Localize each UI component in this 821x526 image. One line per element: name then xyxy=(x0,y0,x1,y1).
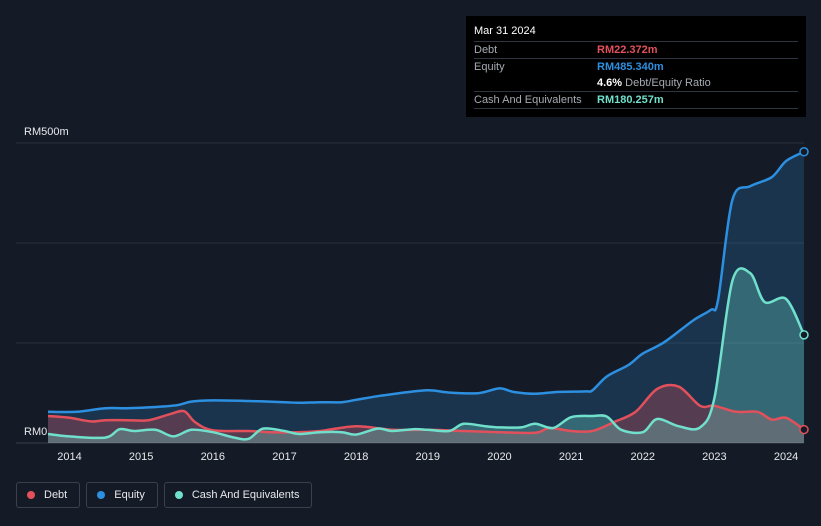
tooltip-ratio: 4.6% Debt/Equity Ratio xyxy=(597,75,711,91)
x-tick-2022: 2022 xyxy=(631,451,655,463)
tooltip-ratio-value: 4.6% xyxy=(597,77,623,89)
tooltip-cash-value: RM180.257m xyxy=(597,94,664,106)
x-tick-2016: 2016 xyxy=(201,451,225,463)
x-tick-2015: 2015 xyxy=(129,451,153,463)
legend-item-equity[interactable]: Equity xyxy=(86,482,158,508)
tooltip-row-debt: Debt RM22.372m xyxy=(474,41,798,58)
y-axis-top-label: RM500m xyxy=(24,126,69,138)
legend-item-debt[interactable]: Debt xyxy=(16,482,81,508)
y-axis-bottom-label: RM0 xyxy=(24,426,47,438)
cash-and-equivalents-end-marker xyxy=(799,330,809,340)
debt-dot-icon xyxy=(27,491,35,499)
tooltip-equity-label: Equity xyxy=(474,61,505,73)
x-tick-2020: 2020 xyxy=(487,451,511,463)
tooltip-row-equity: Equity RM485.340m xyxy=(474,58,798,75)
tooltip-debt-value: RM22.372m xyxy=(597,44,658,56)
legend-item-cash[interactable]: Cash And Equivalents xyxy=(163,482,313,508)
x-tick-2018: 2018 xyxy=(344,451,368,463)
tooltip-panel: Mar 31 2024 Debt RM22.372m Equity RM485.… xyxy=(466,16,806,117)
tooltip-date: Mar 31 2024 xyxy=(474,25,536,37)
x-axis-tick-labels: 2014 2015 2016 2017 2018 2019 2020 2021 2022 2023… xyxy=(57,451,798,463)
equity-dot-icon xyxy=(97,491,106,499)
legend-debt-label: Debt xyxy=(44,489,68,501)
tooltip-row-ratio: 4.6% Debt/Equity Ratio xyxy=(474,75,798,91)
x-tick-2019: 2019 xyxy=(416,451,440,463)
x-tick-2024: 2024 xyxy=(774,451,798,463)
tooltip-equity-value: RM485.340m xyxy=(597,61,664,73)
x-tick-2023: 2023 xyxy=(702,451,726,463)
x-tick-2021: 2021 xyxy=(559,451,583,463)
series-areas xyxy=(48,151,804,443)
legend-cash-label: Cash And Equivalents xyxy=(191,489,300,501)
tooltip-cash-label: Cash And Equivalents xyxy=(474,94,582,106)
legend-equity-label: Equity xyxy=(114,489,145,501)
tooltip-row-cash: Cash And Equivalents RM180.257m xyxy=(474,91,798,109)
tooltip-debt-label: Debt xyxy=(474,44,498,56)
cash-dot-icon xyxy=(174,491,183,499)
chart-legend: Debt Equity Cash And Equivalents xyxy=(16,482,313,508)
debt-end-marker xyxy=(799,424,809,435)
tooltip-ratio-label: Debt/Equity Ratio xyxy=(625,77,711,89)
x-tick-2014: 2014 xyxy=(57,451,81,463)
x-tick-2017: 2017 xyxy=(272,451,296,463)
equity-end-marker xyxy=(799,147,809,157)
